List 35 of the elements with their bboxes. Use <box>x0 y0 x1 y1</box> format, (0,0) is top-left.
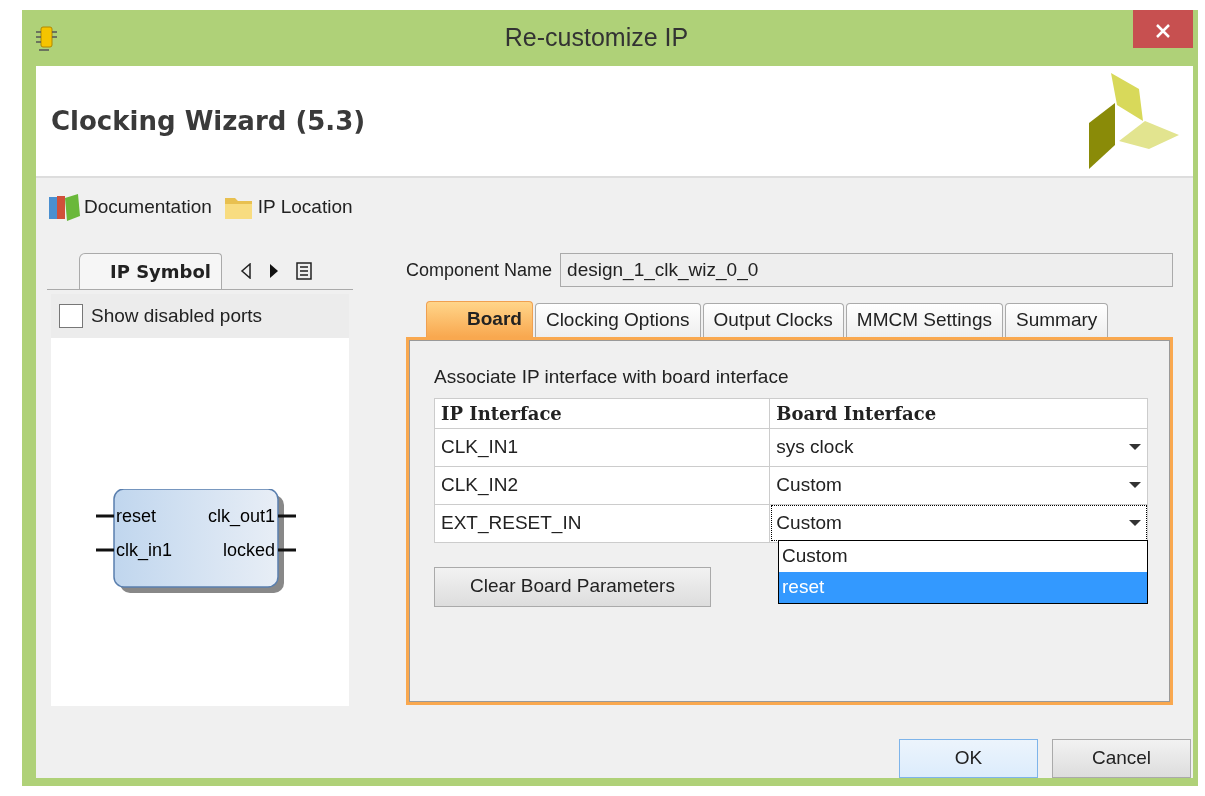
table-cell: EXT_RESET_IN <box>434 504 770 542</box>
books-icon <box>48 192 80 222</box>
table-cell: CLK_IN2 <box>434 466 770 504</box>
table-cell: CLK_IN1 <box>434 428 770 466</box>
column-header: Board Interface <box>769 398 1148 428</box>
dropdown-caret-icon <box>1129 482 1141 488</box>
tab[interactable]: Clocking Options <box>534 303 701 337</box>
checkbox-label: Show disabled ports <box>91 303 263 328</box>
tab[interactable]: MMCM Settings <box>845 303 1003 337</box>
tab[interactable]: Output Clocks <box>702 303 844 337</box>
caption: Associate IP interface with board interface <box>434 365 790 389</box>
column-header: IP Interface <box>434 398 770 428</box>
app-icon <box>36 24 60 52</box>
left-arrow-icon <box>240 263 253 279</box>
dropdown-caret-icon <box>1129 520 1141 526</box>
toolbar-link[interactable]: IP Location <box>223 192 353 222</box>
ok-button[interactable]: OK <box>899 739 1038 778</box>
list-icon <box>296 262 313 280</box>
panel-tab[interactable]: IP Symbol <box>79 253 223 289</box>
ip-block-drawing: reset clk_in1 clk_out1 locked <box>94 489 298 595</box>
close-button[interactable] <box>1133 10 1193 48</box>
field-label: Component Name <box>406 258 553 282</box>
checkbox[interactable] <box>59 304 83 328</box>
tab[interactable]: Summary <box>1005 303 1109 337</box>
text-field[interactable]: design_1_clk_wiz_0_0 <box>560 253 1173 287</box>
cancel-button[interactable]: Cancel <box>1052 739 1191 778</box>
dropdown-option[interactable]: Custom <box>779 541 1147 572</box>
toolbar-link[interactable]: Documentation <box>48 192 212 222</box>
tab[interactable]: Board <box>426 301 533 337</box>
close-icon <box>1155 22 1171 39</box>
logo-icon <box>1089 71 1179 171</box>
dialog-heading: Clocking Wizard (5.3) <box>51 104 366 138</box>
dropdown-caret-icon <box>1129 444 1141 450</box>
clear-button[interactable]: Clear Board Parameters <box>434 566 711 607</box>
window-title: Re-customize IP <box>503 22 690 54</box>
